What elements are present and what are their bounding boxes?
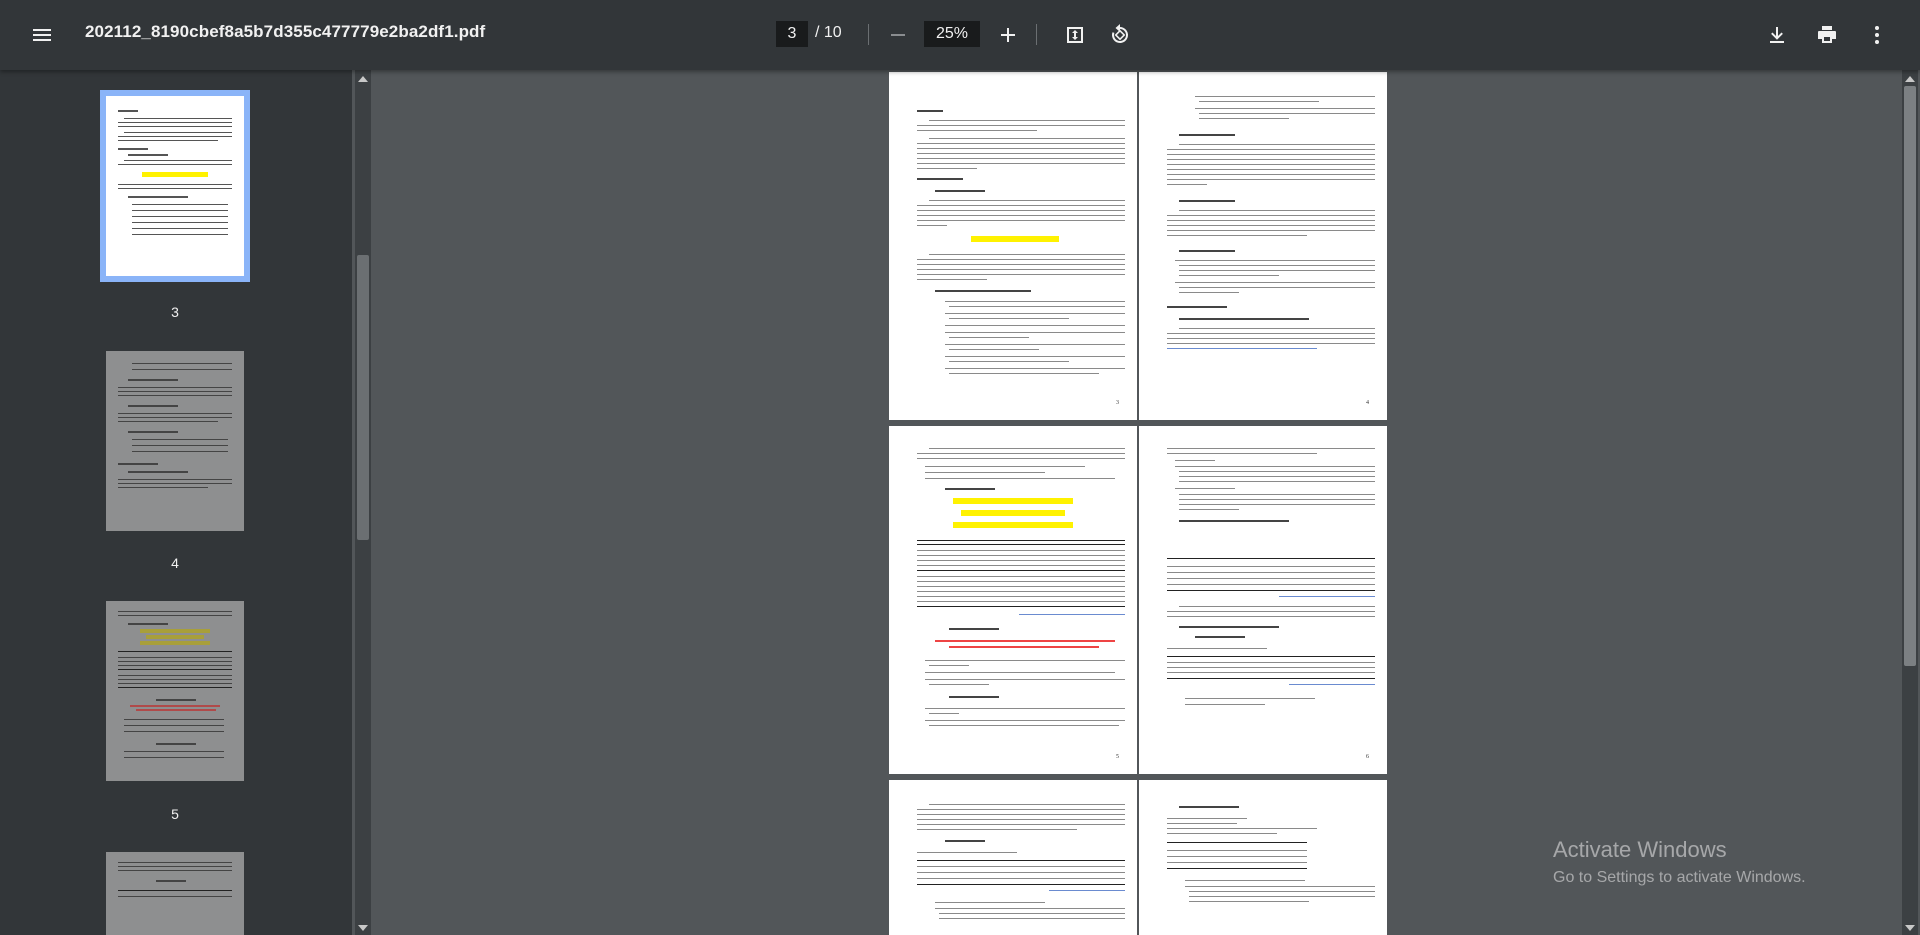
page-number-label: 5: [1116, 754, 1119, 760]
page-number-label: 3: [1116, 400, 1119, 406]
page-number-label: 4: [1366, 400, 1369, 406]
watermark-subtitle: Go to Settings to activate Windows.: [1553, 869, 1806, 886]
thumbnail-label: 5: [171, 806, 179, 822]
toolbar-divider: [868, 24, 869, 45]
viewer-scrollbar-thumb[interactable]: [1904, 86, 1916, 666]
download-button[interactable]: [1757, 15, 1797, 55]
scroll-up-arrow-icon[interactable]: [1905, 76, 1915, 82]
more-options-button[interactable]: [1857, 15, 1897, 55]
thumbnail-page-6[interactable]: [106, 852, 244, 935]
page-total: / 10: [815, 24, 842, 41]
fit-to-page-icon: [1067, 27, 1083, 43]
pdf-page-5: 5: [889, 426, 1137, 774]
thumbnail-sidebar: 3 4 5: [0, 70, 352, 935]
page-number-input[interactable]: 3: [776, 21, 808, 47]
download-icon: [1770, 27, 1784, 43]
pdf-page-4: 4: [1139, 72, 1387, 420]
print-button[interactable]: [1807, 15, 1847, 55]
pdf-toolbar: 202112_8190cbef8a5b7d355c477779e2ba2df1.…: [0, 0, 1920, 70]
document-title: 202112_8190cbef8a5b7d355c477779e2ba2df1.…: [85, 22, 486, 41]
more-vert-icon: [1875, 26, 1879, 44]
scroll-down-arrow-icon[interactable]: [1905, 925, 1915, 931]
zoom-level-input[interactable]: 25%: [924, 21, 980, 47]
pdf-page-7: [889, 780, 1137, 935]
sidebar-scrollbar-thumb[interactable]: [357, 255, 369, 540]
thumbnail-label: 4: [171, 555, 179, 571]
pdf-page-6: 6: [1139, 426, 1387, 774]
hamburger-menu-icon[interactable]: [22, 15, 62, 55]
plus-icon: [1001, 28, 1015, 42]
pdf-viewer[interactable]: 3 4 5 6: [372, 70, 1900, 935]
thumbnail-page-5[interactable]: [106, 601, 244, 781]
thumbnail-page-3[interactable]: [100, 90, 250, 282]
zoom-out-button[interactable]: [878, 15, 918, 55]
activate-windows-watermark: Activate Windows Go to Settings to activ…: [1553, 837, 1806, 887]
page-number-label: 6: [1366, 754, 1369, 760]
fit-to-page-button[interactable]: [1055, 15, 1095, 55]
thumbnail-label: 3: [171, 304, 179, 320]
scroll-up-arrow-icon[interactable]: [358, 76, 368, 82]
print-icon: [1818, 26, 1836, 43]
zoom-in-button[interactable]: [988, 15, 1028, 55]
minus-icon: [891, 34, 905, 36]
pdf-page-8: [1139, 780, 1387, 935]
watermark-title: Activate Windows: [1553, 837, 1727, 862]
rotate-button[interactable]: [1100, 15, 1140, 55]
rotate-icon: [1111, 24, 1128, 43]
thumbnail-page-4[interactable]: [106, 351, 244, 531]
scroll-down-arrow-icon[interactable]: [358, 925, 368, 931]
toolbar-divider: [1036, 24, 1037, 45]
pdf-page-3: 3: [889, 72, 1137, 420]
